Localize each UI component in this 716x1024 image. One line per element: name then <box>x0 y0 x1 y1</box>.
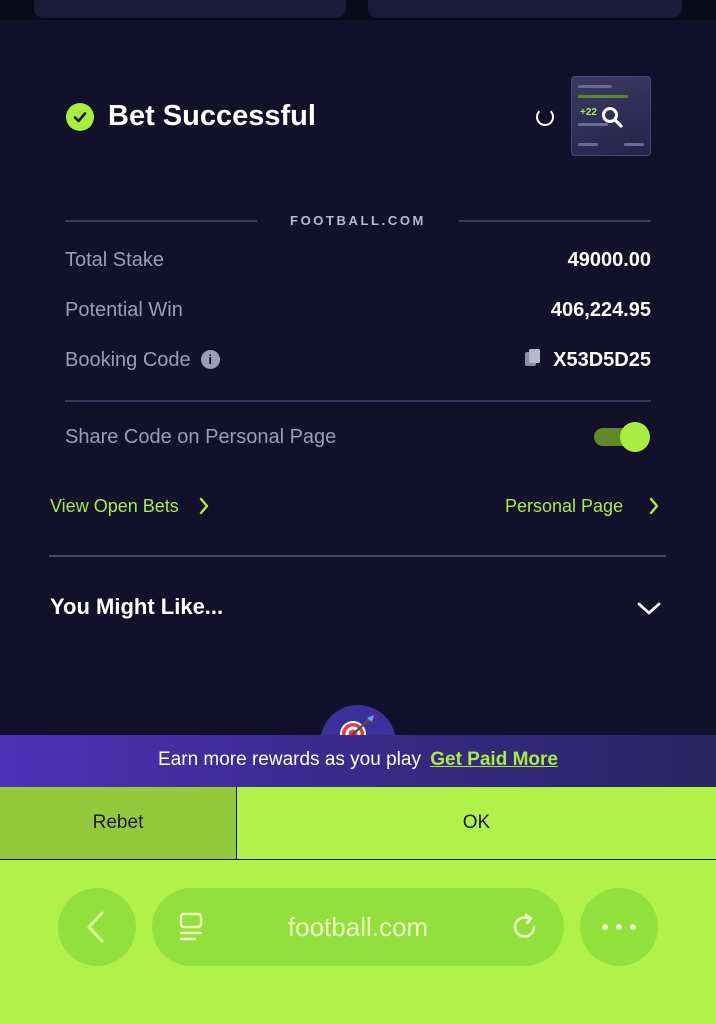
chevron-right-icon[interactable] <box>647 497 661 515</box>
potential-win-value: 406,224.95 <box>550 299 651 321</box>
brand-divider: FOOTBALL.COM <box>65 212 651 230</box>
title-row: Bet Successful <box>66 100 316 133</box>
back-button[interactable] <box>58 888 136 966</box>
copy-icon[interactable] <box>525 349 541 367</box>
booking-code-row: Booking Code i <box>65 349 220 372</box>
section-divider <box>49 555 666 557</box>
view-open-bets-link[interactable]: View Open Bets <box>50 496 179 517</box>
promo-text: Earn more rewards as you play <box>158 749 421 770</box>
get-paid-more-link[interactable]: Get Paid More <box>430 749 558 770</box>
chevron-down-icon[interactable] <box>636 600 662 618</box>
more-options-button[interactable] <box>580 888 658 966</box>
total-stake-label: Total Stake <box>65 249 164 271</box>
reload-icon[interactable] <box>510 912 540 942</box>
share-code-label: Share Code on Personal Page <box>65 426 337 448</box>
potential-win-label: Potential Win <box>65 299 183 321</box>
bet-slip-thumbnail[interactable]: +22 <box>571 76 651 156</box>
browser-toolbar: football.com <box>0 860 716 1024</box>
divider <box>65 400 651 402</box>
loading-spinner-icon <box>536 108 554 126</box>
background-card-left <box>34 0 346 18</box>
address-bar[interactable]: football.com <box>152 888 564 966</box>
share-code-toggle[interactable] <box>594 422 650 452</box>
ok-button[interactable]: OK <box>237 787 716 859</box>
url-text: football.com <box>287 912 429 942</box>
magnify-icon <box>602 107 623 128</box>
info-icon[interactable]: i <box>200 350 220 369</box>
rebet-button[interactable]: Rebet <box>0 787 236 859</box>
booking-code-label: Booking Code <box>65 349 191 371</box>
ellipsis-icon <box>602 924 636 930</box>
page-title: Bet Successful <box>108 100 316 132</box>
total-stake-value: 49000.00 <box>567 249 651 271</box>
chevron-right-icon[interactable] <box>197 497 211 515</box>
thumbnail-plus-text: +22 <box>580 107 597 118</box>
chevron-left-icon <box>87 911 104 943</box>
background-card-right <box>368 0 682 18</box>
booking-code-value: X53D5D25 <box>553 349 651 371</box>
personal-page-link[interactable]: Personal Page <box>505 496 623 517</box>
success-check-icon <box>66 102 94 131</box>
background-cards <box>0 0 716 20</box>
promo-banner: Earn more rewards as you play Get Paid M… <box>0 735 716 787</box>
booking-code-value-group[interactable]: X53D5D25 <box>525 349 651 372</box>
you-might-like-heading[interactable]: You Might Like... <box>50 594 223 620</box>
bet-success-sheet: Bet Successful +22 FOOTBALL.COM Total St… <box>0 20 716 736</box>
